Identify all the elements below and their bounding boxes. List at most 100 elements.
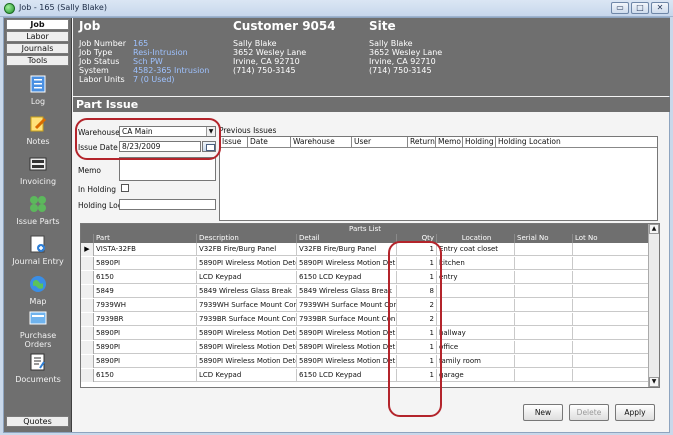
table-row[interactable]: 6150 LCD Keypad 6150 LCD Keypad 1 entry — [81, 271, 649, 284]
part-cell[interactable]: 5849 — [94, 285, 197, 298]
lot-no-cell[interactable] — [573, 313, 649, 326]
system-value[interactable]: 4582-365 Intrusion — [133, 66, 209, 75]
location-cell[interactable]: garage — [437, 369, 515, 382]
row-selector[interactable] — [81, 355, 94, 368]
job-number-value[interactable]: 165 — [133, 39, 209, 48]
sidebar-tab-journals[interactable]: Journals — [6, 43, 69, 54]
part-cell[interactable]: VISTA-32FB — [94, 243, 197, 256]
delete-button[interactable]: Delete — [569, 404, 609, 421]
sidebar-item-journal-entry[interactable]: Journal Entry — [4, 234, 72, 266]
sidebar-tab-labor[interactable]: Labor — [6, 31, 69, 42]
column-header[interactable]: Date — [248, 137, 291, 148]
description-cell[interactable]: 7939BR Surface Mount Contact — [197, 313, 297, 326]
location-cell[interactable] — [437, 313, 515, 326]
column-header[interactable]: Serial No — [515, 234, 573, 243]
serial-no-cell[interactable] — [515, 271, 573, 284]
detail-cell[interactable]: 5890PI Wireless Motion Det — [297, 257, 397, 270]
column-header[interactable]: Qty — [397, 234, 437, 243]
lot-no-cell[interactable] — [573, 271, 649, 284]
serial-no-cell[interactable] — [515, 341, 573, 354]
row-selector[interactable] — [81, 299, 94, 312]
detail-cell[interactable]: 7939WH Surface Mount Con — [297, 299, 397, 312]
lot-no-cell[interactable] — [573, 355, 649, 368]
previous-issues-table[interactable]: Issue Date Warehouse User Return Memo Ho… — [219, 136, 658, 221]
row-selector[interactable] — [81, 341, 94, 354]
table-row[interactable]: 5890PI5890PI Wireless Motion Detecto5890… — [81, 355, 649, 368]
detail-cell[interactable]: V32FB Fire/Burg Panel — [297, 243, 397, 256]
detail-cell[interactable]: 6150 LCD Keypad — [297, 271, 397, 284]
table-row[interactable]: 5890PI5890PI Wireless Motion Detecto5890… — [81, 341, 649, 354]
part-cell[interactable]: 6150 — [94, 369, 197, 382]
detail-cell[interactable]: 6150 LCD Keypad — [297, 369, 397, 382]
job-status-value[interactable]: Sch PW — [133, 57, 209, 66]
location-cell[interactable]: entry — [437, 271, 515, 284]
location-cell[interactable]: office — [437, 341, 515, 354]
job-type-value[interactable]: Resi-Intrusion — [133, 48, 209, 57]
column-header[interactable]: User — [352, 137, 408, 148]
row-selector[interactable] — [81, 257, 94, 270]
qty-cell[interactable]: 1 — [397, 271, 437, 284]
table-row[interactable]: 7939WH7939WH Surface Mount Contac7939WH … — [81, 299, 649, 312]
location-cell[interactable] — [437, 285, 515, 298]
apply-button[interactable]: Apply — [615, 404, 655, 421]
part-cell[interactable]: 7939WH — [94, 299, 197, 312]
row-selector[interactable] — [81, 271, 94, 284]
labor-units-value[interactable]: 7 (0 Used) — [133, 75, 209, 84]
sidebar-tab-quotes[interactable]: Quotes — [6, 416, 69, 427]
new-button[interactable]: New — [523, 404, 563, 421]
sidebar-tab-job[interactable]: Job — [6, 19, 69, 30]
sidebar-item-notes[interactable]: Notes — [4, 114, 72, 146]
column-header[interactable]: Detail — [297, 234, 397, 243]
sidebar-item-purchase-orders[interactable]: Purchase Orders — [4, 308, 72, 349]
location-cell[interactable]: Entry coat closet — [437, 243, 515, 256]
table-row[interactable]: 7939BR7939BR Surface Mount Contact7939BR… — [81, 313, 649, 326]
in-holding-checkbox[interactable] — [121, 184, 129, 192]
serial-no-cell[interactable] — [515, 285, 573, 298]
detail-cell[interactable]: 7939BR Surface Mount Con — [297, 313, 397, 326]
description-cell[interactable]: 5890PI Wireless Motion Detecto — [197, 327, 297, 340]
description-cell[interactable]: V32FB Fire/Burg Panel — [197, 243, 297, 256]
qty-cell[interactable]: 1 — [397, 257, 437, 270]
column-header[interactable]: Memo — [436, 137, 463, 148]
detail-cell[interactable]: 5890PI Wireless Motion Det — [297, 341, 397, 354]
column-header[interactable]: Description — [197, 234, 297, 243]
parts-list-grid[interactable]: Parts List Part Description Detail Qty L… — [80, 223, 660, 388]
sidebar-item-log[interactable]: Log — [4, 74, 72, 106]
lot-no-cell[interactable] — [573, 257, 649, 270]
sidebar-item-invoicing[interactable]: Invoicing — [4, 154, 72, 186]
table-row[interactable]: 5849 5849 Wireless Glass Break 5849 Wirele… — [81, 285, 649, 298]
qty-cell[interactable]: 2 — [397, 313, 437, 326]
vertical-scrollbar[interactable]: ▲ ▼ — [648, 224, 659, 387]
detail-cell[interactable]: 5890PI Wireless Motion Det — [297, 355, 397, 368]
qty-cell[interactable]: 1 — [397, 355, 437, 368]
lot-no-cell[interactable] — [573, 299, 649, 312]
description-cell[interactable]: 5890PI Wireless Motion Detecto — [197, 355, 297, 368]
row-selector[interactable] — [81, 285, 94, 298]
sidebar-item-map[interactable]: Map — [4, 274, 72, 306]
serial-no-cell[interactable] — [515, 243, 573, 256]
part-cell[interactable]: 7939BR — [94, 313, 197, 326]
qty-cell[interactable]: 2 — [397, 299, 437, 312]
lot-no-cell[interactable] — [573, 341, 649, 354]
column-header[interactable]: Lot No — [573, 234, 649, 243]
sidebar-item-issue-parts[interactable]: Issue Parts — [4, 194, 72, 226]
qty-cell[interactable]: 1 — [397, 327, 437, 340]
qty-cell[interactable]: 1 — [397, 243, 437, 256]
description-cell[interactable]: 7939WH Surface Mount Contac — [197, 299, 297, 312]
serial-no-cell[interactable] — [515, 355, 573, 368]
lot-no-cell[interactable] — [573, 327, 649, 340]
column-header[interactable]: Location — [437, 234, 515, 243]
part-cell[interactable]: 5890PI — [94, 341, 197, 354]
column-header[interactable]: Holding — [463, 137, 496, 148]
description-cell[interactable]: 5890PI Wireless Motion Detecto — [197, 257, 297, 270]
scroll-up-icon[interactable]: ▲ — [649, 224, 659, 234]
table-row[interactable]: 6150 LCD Keypad 6150 LCD Keypad 1 garage — [81, 369, 649, 382]
part-cell[interactable]: 5890PI — [94, 257, 197, 270]
location-cell[interactable]: hallway — [437, 327, 515, 340]
column-header[interactable]: Warehouse — [291, 137, 352, 148]
row-selector[interactable] — [81, 313, 94, 326]
table-row[interactable]: 5890PI5890PI Wireless Motion Detecto5890… — [81, 257, 649, 270]
holding-loc-field[interactable] — [119, 199, 216, 210]
column-header[interactable]: Return — [408, 137, 436, 148]
maximize-button[interactable]: □ — [631, 2, 649, 14]
